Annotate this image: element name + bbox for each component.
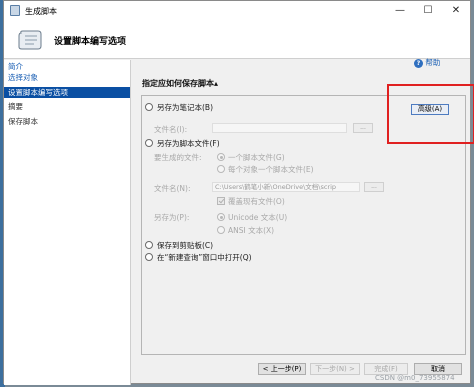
- collapse-caret-icon[interactable]: ▴: [214, 79, 218, 88]
- help-link[interactable]: ? 帮助: [414, 57, 440, 68]
- wizard-sidebar: 简介 选择对象 设置脚本编写选项 摘要 保存脚本: [4, 60, 131, 385]
- wizard-header: 设置脚本编写选项: [4, 21, 470, 59]
- unicode-radio[interactable]: [217, 213, 225, 221]
- clipboard-radio[interactable]: [145, 241, 153, 249]
- title-bar: 生成脚本 — ☐ ✕: [4, 1, 470, 21]
- sidebar-item-intro[interactable]: 简介: [4, 61, 130, 72]
- sidebar-item-save-scripts: 保存脚本: [8, 117, 38, 126]
- per-object-label[interactable]: 每个对象一个脚本文件(E): [228, 164, 314, 175]
- help-label: 帮助: [425, 58, 441, 67]
- section-title: 指定应如何保存脚本▴: [142, 79, 219, 88]
- script-file-label[interactable]: 另存为脚本文件(F): [157, 138, 220, 149]
- per-object-radio[interactable]: [217, 165, 225, 173]
- save-as-label: 另存为(P):: [154, 213, 190, 222]
- sidebar-item-scripting-options[interactable]: 设置脚本编写选项: [4, 87, 130, 98]
- previous-button[interactable]: < 上一步(P): [258, 363, 306, 375]
- maximize-button[interactable]: ☐: [416, 1, 440, 21]
- new-query-label[interactable]: 在“新建查询”窗口中打开(Q): [157, 252, 252, 263]
- close-button[interactable]: ✕: [444, 1, 468, 21]
- script-browse-button[interactable]: ...: [364, 182, 384, 192]
- ansi-label[interactable]: ANSI 文本(X): [228, 225, 274, 236]
- script-filename-label: 文件名(N):: [154, 184, 191, 193]
- watermark: CSDN @m0_73955874: [375, 374, 455, 382]
- next-button[interactable]: 下一步(N) >: [310, 363, 360, 375]
- notebook-filename-field[interactable]: [212, 123, 347, 133]
- unicode-label[interactable]: Unicode 文本(U): [228, 212, 287, 223]
- notebook-label[interactable]: 另存为笔记本(B): [157, 102, 213, 113]
- sidebar-item-summary: 摘要: [8, 102, 23, 111]
- overwrite-checkbox[interactable]: [217, 197, 225, 205]
- minimize-button[interactable]: —: [388, 1, 412, 21]
- script-file-radio[interactable]: [145, 139, 153, 147]
- script-filename-field[interactable]: C:\Users\鹤笔小新\OneDrive\文档\scrip: [212, 182, 360, 192]
- files-to-generate-label: 要生成的文件:: [154, 153, 202, 162]
- notebook-browse-button[interactable]: ...: [353, 123, 373, 133]
- help-icon: ?: [414, 58, 423, 68]
- generate-scripts-dialog: 生成脚本 — ☐ ✕ 设置脚本编写选项 简介 选择对象 设置脚本编写选项 摘要 …: [3, 0, 474, 385]
- new-query-radio[interactable]: [145, 253, 153, 261]
- single-file-radio[interactable]: [217, 153, 225, 161]
- sidebar-item-choose-objects[interactable]: 选择对象: [4, 72, 130, 83]
- highlight-annotation: [387, 84, 474, 144]
- ansi-radio[interactable]: [217, 226, 225, 234]
- scroll-script-icon: [18, 30, 42, 50]
- window-title: 生成脚本: [25, 7, 57, 16]
- page-title: 设置脚本编写选项: [54, 37, 127, 47]
- overwrite-label[interactable]: 覆盖现有文件(O): [228, 196, 285, 207]
- script-app-icon: [10, 5, 20, 16]
- notebook-filename-label: 文件名(I):: [154, 125, 188, 134]
- single-file-label[interactable]: 一个脚本文件(G): [228, 152, 285, 163]
- notebook-radio[interactable]: [145, 103, 153, 111]
- clipboard-label[interactable]: 保存到剪贴板(C): [157, 240, 213, 251]
